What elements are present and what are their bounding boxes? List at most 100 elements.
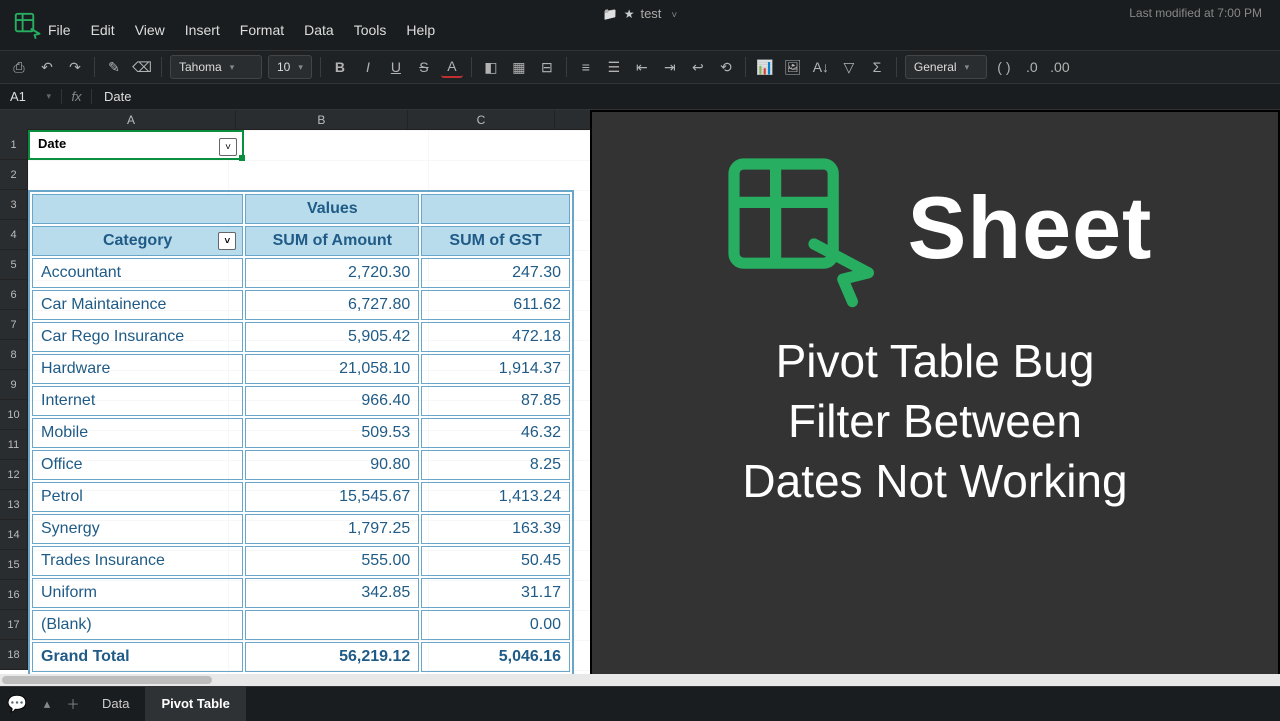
col-header-A[interactable]: A [27,110,236,130]
col-header-C[interactable]: C [408,110,555,130]
dec-dec-icon[interactable]: .0 [1021,56,1043,78]
filter-icon[interactable]: ▽ [838,56,860,78]
indent-inc-icon[interactable]: ⇥ [659,56,681,78]
halign-icon[interactable]: ≡ [575,56,597,78]
bold-button[interactable]: B [329,56,351,78]
wrap-icon[interactable]: ↩ [687,56,709,78]
row-header-1[interactable]: 1 [0,130,28,160]
overlay-card: Sheet Pivot Table Bug Filter Between Dat… [590,110,1280,686]
pivot-row[interactable]: Trades Insurance555.0050.45 [32,546,570,576]
row-header-15[interactable]: 15 [0,550,28,580]
underline-button[interactable]: U [385,56,407,78]
font-select[interactable]: Tahoma [170,55,262,79]
row-header-14[interactable]: 14 [0,520,28,550]
row-header-11[interactable]: 11 [0,430,28,460]
select-all-corner[interactable] [0,110,27,130]
menu-tools[interactable]: Tools [354,22,387,38]
fill-color-icon[interactable]: ◧ [480,56,502,78]
app-logo[interactable] [12,10,42,40]
row-header-12[interactable]: 12 [0,460,28,490]
fx-icon[interactable]: fx [62,89,92,104]
pivot-row[interactable]: Car Maintainence6,727.80611.62 [32,290,570,320]
row-header-16[interactable]: 16 [0,580,28,610]
pivot-row[interactable]: Hardware21,058.101,914.37 [32,354,570,384]
row-header-3[interactable]: 3 [0,190,28,220]
row-header-2[interactable]: 2 [0,160,28,190]
menu-edit[interactable]: Edit [91,22,115,38]
row-header-5[interactable]: 5 [0,250,28,280]
chart-icon[interactable]: 📊 [754,56,776,78]
pivot-header-values: Values [245,194,419,224]
row-header-8[interactable]: 8 [0,340,28,370]
valign-icon[interactable]: ☰ [603,56,625,78]
row-header-6[interactable]: 6 [0,280,28,310]
pivot-row[interactable]: Petrol15,545.671,413.24 [32,482,570,512]
row-header-13[interactable]: 13 [0,490,28,520]
rotate-icon[interactable]: ⟲ [715,56,737,78]
sheet-nav-arrow[interactable]: ▴ [34,696,60,712]
clear-format-icon[interactable]: ⌫ [131,56,153,78]
italic-button[interactable]: I [357,56,379,78]
fill-handle[interactable] [239,155,245,161]
name-box[interactable]: A1 [0,89,62,104]
row-header-4[interactable]: 4 [0,220,28,250]
row-header-10[interactable]: 10 [0,400,28,430]
pivot-row[interactable]: (Blank)0.00 [32,610,570,640]
row-header-18[interactable]: 18 [0,640,28,670]
pivot-cell-category: Internet [32,386,243,416]
horizontal-scrollbar[interactable] [0,674,1280,686]
menu-file[interactable]: File [48,22,71,38]
active-cell-A1[interactable]: Date ˅ [28,130,244,160]
menu-format[interactable]: Format [240,22,284,38]
indent-dec-icon[interactable]: ⇤ [631,56,653,78]
pivot-header-category[interactable]: Category ˅ [32,226,243,256]
pivot-row[interactable]: Office90.808.25 [32,450,570,480]
undo-icon[interactable]: ↶ [36,56,58,78]
formula-bar[interactable]: Date [92,89,143,104]
pivot-cell-category: Petrol [32,482,243,512]
row-header-9[interactable]: 9 [0,370,28,400]
col-header-B[interactable]: B [236,110,408,130]
pivot-cell-gst: 247.30 [421,258,570,288]
merge-cells-icon[interactable]: ⊟ [536,56,558,78]
font-color-icon[interactable]: A [441,56,463,78]
tab-pivot-table[interactable]: Pivot Table [145,687,245,721]
menu-insert[interactable]: Insert [185,22,220,38]
menu-help[interactable]: Help [406,22,435,38]
parens-icon[interactable]: ( ) [993,56,1015,78]
add-sheet-button[interactable]: ＋ [60,694,86,713]
redo-icon[interactable]: ↷ [64,56,86,78]
pivot-row[interactable]: Internet966.4087.85 [32,386,570,416]
row-header-7[interactable]: 7 [0,310,28,340]
filter-dropdown-date[interactable]: ˅ [219,138,237,156]
pivot-header-blank [32,194,243,224]
row-header-17[interactable]: 17 [0,610,28,640]
pivot-row[interactable]: Uniform342.8531.17 [32,578,570,608]
pivot-row[interactable]: Car Rego Insurance5,905.42472.18 [32,322,570,352]
font-size-select[interactable]: 10 [268,55,312,79]
pivot-cell-amount: 2,720.30 [245,258,419,288]
sum-icon[interactable]: Σ [866,56,888,78]
tab-data[interactable]: Data [86,687,145,721]
document-title-bar[interactable]: test [603,6,678,21]
borders-icon[interactable]: ▦ [508,56,530,78]
pivot-table[interactable]: Values Category ˅ SUM of Amount SUM of G… [28,190,574,676]
image-icon[interactable]: 🖼 [782,56,804,78]
format-paint-icon[interactable]: ✎ [103,56,125,78]
pivot-row[interactable]: Accountant2,720.30247.30 [32,258,570,288]
sort-icon[interactable]: A↓ [810,56,832,78]
number-format-select[interactable]: General [905,55,987,79]
pivot-cell-gst: 50.45 [421,546,570,576]
print-icon[interactable]: ⎙ [8,56,30,78]
filter-dropdown-category[interactable]: ˅ [218,232,236,250]
pivot-cell-category: Hardware [32,354,243,384]
pivot-cell-gst: 46.32 [421,418,570,448]
dec-inc-icon[interactable]: .00 [1049,56,1071,78]
pivot-cell-category: Mobile [32,418,243,448]
pivot-row[interactable]: Mobile509.5346.32 [32,418,570,448]
strike-button[interactable]: S [413,56,435,78]
menu-data[interactable]: Data [304,22,334,38]
pivot-row[interactable]: Synergy1,797.25163.39 [32,514,570,544]
comments-icon[interactable]: 💬 [0,694,34,714]
menu-view[interactable]: View [135,22,165,38]
